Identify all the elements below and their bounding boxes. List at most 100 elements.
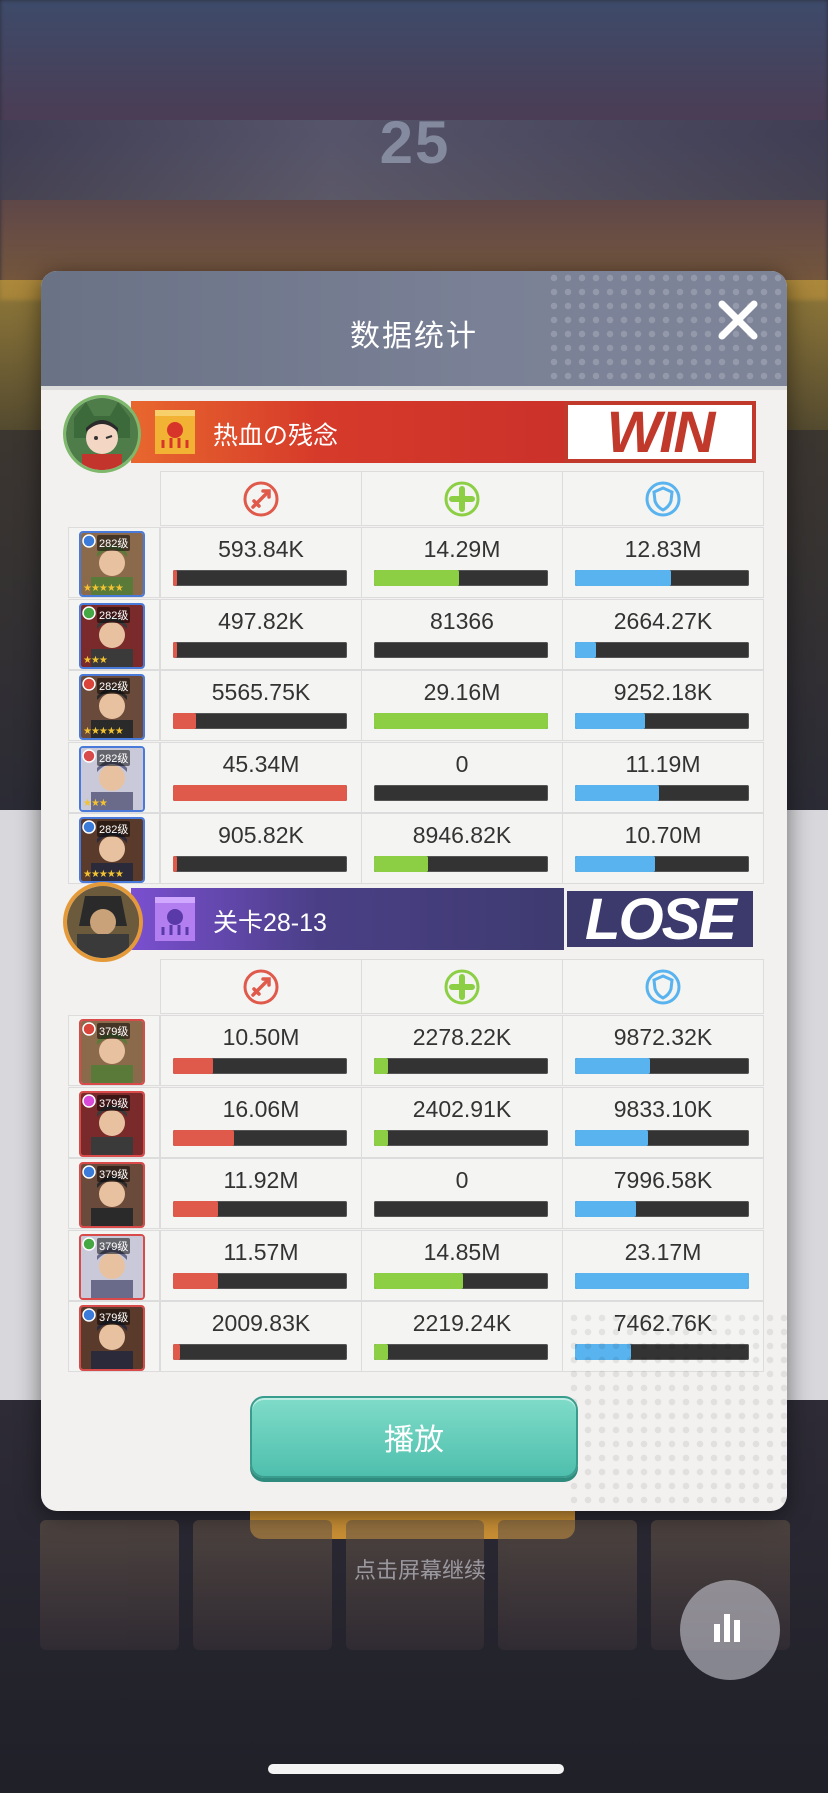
hero-portrait[interactable]: 379级 xyxy=(79,1233,145,1300)
shield-value: 9252.18K xyxy=(613,679,713,705)
damage-bar-fill xyxy=(173,1344,180,1360)
heal-icon xyxy=(442,479,482,519)
shield-value: 10.70M xyxy=(624,822,702,848)
shield-column-header xyxy=(562,959,764,1014)
dialog-title: 数据统计 xyxy=(350,320,478,353)
shield-value: 12.83M xyxy=(624,536,702,562)
shield-bar xyxy=(575,570,749,586)
heal-bar-fill xyxy=(374,570,459,586)
hero-level: 379级 xyxy=(97,1309,131,1325)
heal-stat-cell: 8946.82K xyxy=(361,813,563,884)
hero-portrait[interactable]: 379级 xyxy=(79,1162,145,1228)
hero-portrait[interactable]: 282级 ★★★★★ xyxy=(79,531,145,597)
player-avatar[interactable] xyxy=(63,395,141,473)
heal-bar-fill xyxy=(374,856,428,872)
heal-value: 0 xyxy=(455,750,469,777)
hero-portrait-cell: 379级 xyxy=(68,1301,160,1372)
heal-bar-fill xyxy=(374,1129,388,1146)
damage-bar-fill xyxy=(173,1201,218,1217)
shield-bar xyxy=(575,1201,749,1217)
heal-column-header xyxy=(361,959,563,1014)
shield-icon xyxy=(643,479,683,519)
hero-portrait-cell: 282级 ★★★★★ xyxy=(68,813,160,884)
hero-portrait[interactable]: 282级 ★★★ xyxy=(79,745,145,812)
damage-value: 2009.83K xyxy=(211,1310,311,1336)
team-banner: 热血の残念 xyxy=(131,401,601,463)
stats-round-button[interactable] xyxy=(680,1580,780,1680)
hero-portrait[interactable]: 379级 xyxy=(79,1090,145,1157)
damage-bar xyxy=(173,784,347,801)
shield-value: 9833.10K xyxy=(613,1095,713,1122)
hero-portrait[interactable]: 379级 xyxy=(79,1305,145,1371)
hero-stars: ★★★★★ xyxy=(83,583,124,594)
home-indicator[interactable] xyxy=(268,1764,564,1774)
result-badge: LOSE xyxy=(564,887,756,952)
hero-stars: ★★★★★ xyxy=(83,869,124,880)
hero-level: 379级 xyxy=(97,1237,131,1254)
damage-bar-fill xyxy=(173,570,177,586)
damage-bar xyxy=(173,856,347,872)
shield-stat-cell: 9252.18K xyxy=(562,670,764,741)
hero-portrait[interactable]: 282级 ★★★ xyxy=(79,602,145,669)
team-name: 热血の残念 xyxy=(213,422,339,450)
continue-hint[interactable]: 点击屏幕继续 xyxy=(300,1553,540,1585)
shield-bar-fill xyxy=(575,1129,648,1146)
bar-chart-icon xyxy=(714,1614,740,1642)
shield-bar xyxy=(575,713,749,729)
hero-portrait-cell: 379级 xyxy=(68,1158,160,1229)
shield-bar-fill xyxy=(575,784,659,801)
heal-bar xyxy=(374,1129,548,1146)
heal-value: 29.16M xyxy=(423,679,501,705)
background-score: 25 xyxy=(379,109,451,176)
play-button[interactable]: 播放 xyxy=(250,1396,578,1478)
hero-level: 379级 xyxy=(97,1166,131,1182)
damage-bar-fill xyxy=(173,1129,234,1146)
heal-stat-cell: 2402.91K xyxy=(361,1086,563,1158)
heal-value: 8946.82K xyxy=(412,822,512,848)
hero-portrait[interactable]: 282级 ★★★★★ xyxy=(79,674,145,740)
damage-stat-cell: 5565.75K xyxy=(160,670,362,741)
damage-bar-fill xyxy=(173,784,347,801)
damage-bar xyxy=(173,1344,347,1360)
shield-bar xyxy=(575,1058,749,1074)
heal-value: 14.29M xyxy=(423,536,501,562)
damage-value: 593.84K xyxy=(218,536,304,562)
hero-portrait[interactable]: 379级 xyxy=(79,1019,145,1085)
hero-stat-row: 282级 ★★★★★ 905.82K 8946.82K 10.70M xyxy=(68,813,764,884)
heal-value: 81366 xyxy=(430,607,494,634)
shield-bar-fill xyxy=(575,713,645,729)
damage-stat-cell: 45.34M xyxy=(160,741,362,813)
damage-value: 5565.75K xyxy=(211,679,311,705)
shield-value: 7996.58K xyxy=(613,1167,713,1193)
heal-stat-cell: 81366 xyxy=(361,598,563,670)
shield-stat-cell: 9833.10K xyxy=(562,1086,764,1158)
heal-bar xyxy=(374,784,548,801)
damage-icon xyxy=(241,967,281,1007)
shield-value: 23.17M xyxy=(624,1238,702,1265)
shield-stat-cell: 23.17M xyxy=(562,1229,764,1301)
heal-icon xyxy=(442,967,482,1007)
background-hero-cards xyxy=(40,1520,790,1650)
heal-stat-cell: 2219.24K xyxy=(361,1301,563,1372)
damage-stat-cell: 10.50M xyxy=(160,1015,362,1086)
hero-stars: ★★★ xyxy=(83,797,108,809)
close-icon xyxy=(718,300,758,340)
hero-portrait[interactable]: 282级 ★★★★★ xyxy=(79,817,145,883)
stat-header-row xyxy=(68,471,764,526)
heal-bar-fill xyxy=(374,713,548,729)
hero-level: 379级 xyxy=(97,1094,131,1111)
hero-level: 282级 xyxy=(97,535,131,551)
damage-value: 497.82K xyxy=(218,607,304,634)
shield-bar xyxy=(575,641,749,658)
damage-column-header xyxy=(160,471,362,526)
team-banner: 关卡28-13 xyxy=(131,888,601,950)
close-button[interactable] xyxy=(711,293,765,347)
heal-bar xyxy=(374,1344,548,1360)
damage-bar xyxy=(173,713,347,729)
damage-value: 11.57M xyxy=(223,1238,299,1265)
enemy-avatar[interactable] xyxy=(63,882,143,962)
shield-value: 11.19M xyxy=(625,750,701,777)
heal-bar xyxy=(374,856,548,872)
damage-bar-fill xyxy=(173,641,177,658)
shield-stat-cell: 9872.32K xyxy=(562,1015,764,1086)
